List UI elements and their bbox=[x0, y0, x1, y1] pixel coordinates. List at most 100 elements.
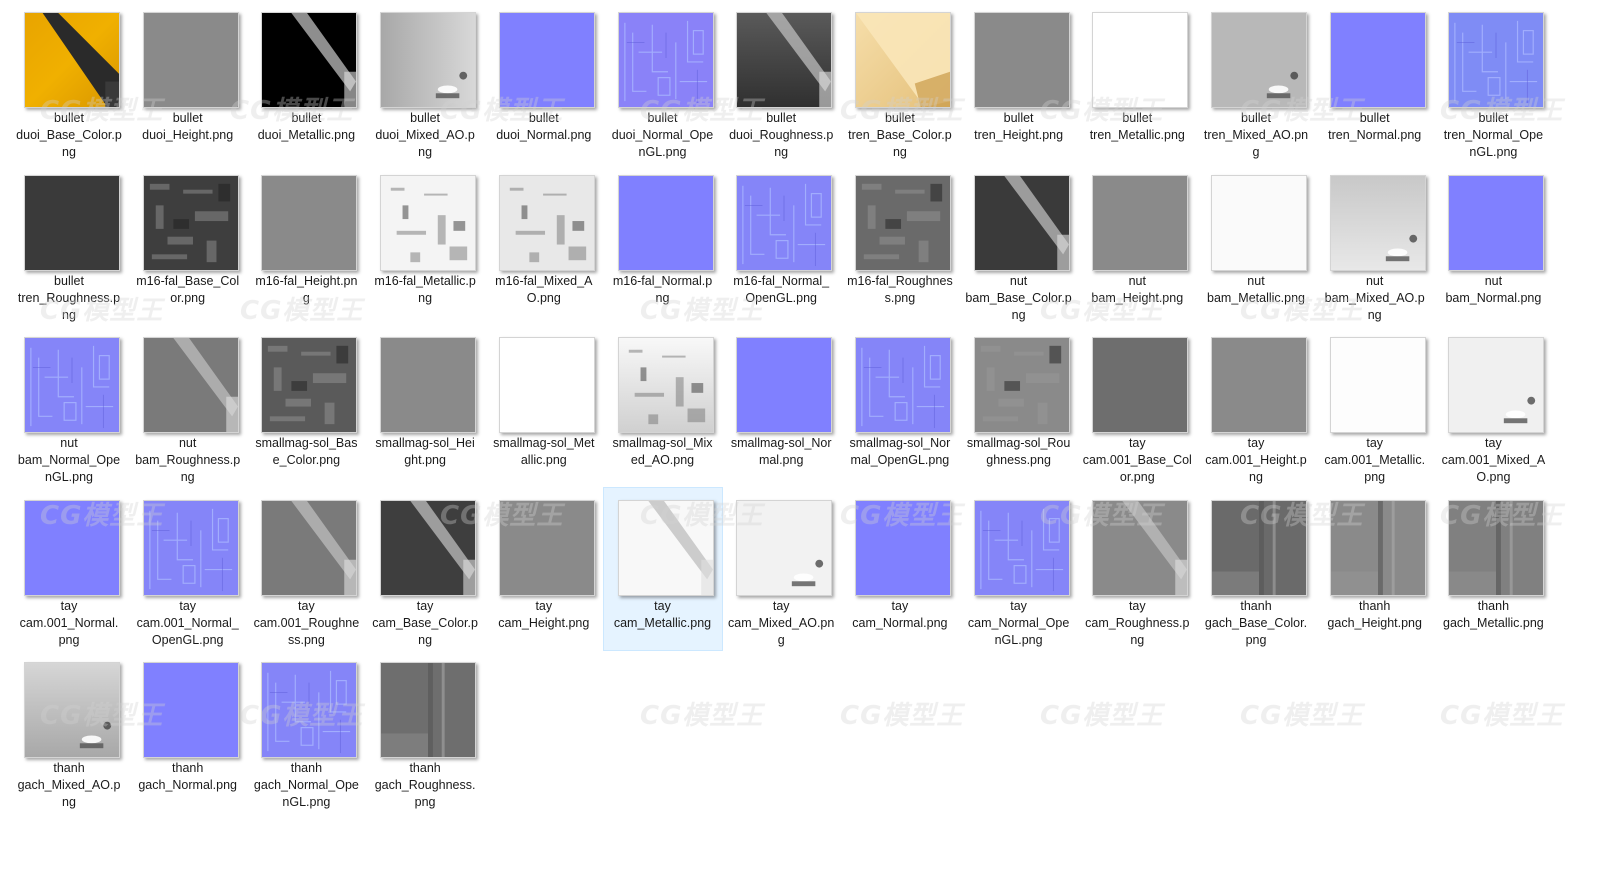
file-thumbnail bbox=[261, 337, 358, 433]
file-item[interactable]: m16-fal_Normal_ OpenGL.png bbox=[722, 163, 840, 325]
file-name-label: nut bam_Normal_Ope nGL.png bbox=[17, 436, 121, 484]
file-name-label: smallmag-sol_Bas e_Color.png bbox=[255, 436, 358, 467]
file-thumbnail bbox=[1448, 337, 1545, 433]
file-item[interactable]: smallmag-sol_Hei ght.png bbox=[366, 325, 484, 487]
file-item[interactable]: bullet duoi_Base_Color.p ng bbox=[10, 0, 128, 162]
file-item[interactable]: tay cam_Base_Color.p ng bbox=[366, 488, 484, 650]
file-item[interactable]: tay cam.001_Base_Col or.png bbox=[1078, 325, 1196, 487]
file-item[interactable]: bullet tren_Roughness.p ng bbox=[10, 163, 128, 325]
file-name-label: tay cam_Normal_Ope nGL.png bbox=[967, 598, 1070, 647]
file-thumbnail bbox=[617, 337, 714, 433]
file-item[interactable]: bullet tren_Normal_Ope nGL.png bbox=[1434, 0, 1552, 162]
file-item[interactable]: tay cam.001_Metallic. png bbox=[1316, 325, 1434, 487]
file-thumbnail bbox=[854, 499, 951, 596]
file-item[interactable]: bullet duoi_Normal.png bbox=[485, 0, 603, 162]
file-item[interactable]: smallmag-sol_Bas e_Color.png bbox=[247, 325, 365, 487]
file-name-label: thanh gach_Height.png bbox=[1327, 598, 1422, 630]
file-thumbnail bbox=[1329, 174, 1426, 271]
file-item[interactable]: thanh gach_Metallic.png bbox=[1434, 488, 1552, 650]
file-thumbnail bbox=[24, 662, 120, 758]
file-thumbnail bbox=[261, 662, 358, 758]
file-thumbnail bbox=[24, 174, 120, 271]
file-name-label: bullet duoi_Metallic.png bbox=[257, 111, 356, 142]
file-item[interactable]: smallmag-sol_Nor mal.png bbox=[722, 325, 840, 487]
file-name-label: m16-fal_Metallic.p ng bbox=[374, 273, 476, 305]
file-thumbnail bbox=[1092, 337, 1189, 433]
file-item[interactable]: tay cam_Normal.png bbox=[841, 488, 959, 650]
file-item[interactable]: tay cam_Height.png bbox=[485, 488, 603, 650]
file-item[interactable]: smallmag-sol_Nor mal_OpenGL.png bbox=[841, 325, 959, 487]
file-item[interactable]: m16-fal_Base_Col or.png bbox=[129, 163, 247, 325]
file-thumbnail bbox=[261, 499, 358, 596]
file-thumbnail bbox=[1329, 337, 1426, 433]
file-item[interactable]: m16-fal_Roughnes s.png bbox=[841, 163, 959, 325]
file-item[interactable]: nut bam_Height.png bbox=[1078, 163, 1196, 325]
thumbnail-file-grid: bullet duoi_Base_Color.p ng bullet duoi_H… bbox=[0, 0, 1612, 884]
file-thumbnail bbox=[617, 174, 714, 271]
file-name-label: tay cam.001_Metallic. png bbox=[1324, 436, 1426, 484]
file-thumbnail bbox=[973, 174, 1070, 271]
file-item[interactable]: bullet duoi_Mixed_AO.p ng bbox=[366, 0, 484, 162]
file-name-label: bullet tren_Base_Color.p ng bbox=[848, 111, 952, 159]
file-item[interactable]: nut bam_Normal.png bbox=[1434, 163, 1552, 325]
file-thumbnail bbox=[736, 12, 833, 108]
file-item[interactable]: thanh gach_Base_Color. png bbox=[1197, 488, 1315, 650]
file-item[interactable]: tay cam_Mixed_AO.pn g bbox=[722, 488, 840, 650]
file-name-label: tay cam_Roughness.p ng bbox=[1085, 598, 1190, 647]
file-thumbnail bbox=[1329, 499, 1426, 596]
file-thumbnail bbox=[736, 174, 833, 271]
file-item[interactable]: tay cam_Normal_Ope nGL.png bbox=[960, 488, 1078, 650]
file-name-label: nut bam_Roughness.p ng bbox=[135, 436, 241, 484]
file-item[interactable]: bullet duoi_Metallic.png bbox=[247, 0, 365, 162]
file-item[interactable]: nut bam_Metallic.png bbox=[1197, 163, 1315, 325]
file-thumbnail bbox=[380, 12, 477, 108]
file-name-label: nut bam_Normal.png bbox=[1445, 273, 1542, 305]
file-item[interactable]: bullet tren_Base_Color.p ng bbox=[841, 0, 959, 162]
file-name-label: smallmag-sol_Hei ght.png bbox=[375, 436, 475, 467]
file-item[interactable]: tay cam_Metallic.png bbox=[602, 486, 723, 651]
file-item[interactable]: smallmag-sol_Mix ed_AO.png bbox=[604, 325, 722, 487]
file-item[interactable]: nut bam_Normal_Ope nGL.png bbox=[10, 325, 128, 487]
file-item[interactable]: bullet duoi_Normal_Ope nGL.png bbox=[604, 0, 722, 162]
file-thumbnail bbox=[142, 12, 239, 108]
file-item[interactable]: thanh gach_Normal_Ope nGL.png bbox=[247, 650, 365, 812]
file-item[interactable]: thanh gach_Height.png bbox=[1316, 488, 1434, 650]
file-item[interactable]: bullet tren_Metallic.png bbox=[1078, 0, 1196, 162]
file-item[interactable]: nut bam_Roughness.p ng bbox=[129, 325, 247, 487]
file-thumbnail bbox=[380, 499, 477, 596]
file-thumbnail bbox=[617, 12, 714, 108]
file-item[interactable]: bullet tren_Height.png bbox=[960, 0, 1078, 162]
file-name-label: tay cam_Mixed_AO.pn g bbox=[728, 598, 835, 647]
file-name-label: nut bam_Base_Color.p ng bbox=[965, 273, 1072, 322]
file-item[interactable]: bullet duoi_Roughness.p ng bbox=[722, 0, 840, 162]
file-item[interactable]: bullet tren_Normal.png bbox=[1316, 0, 1434, 162]
file-item[interactable]: tay cam.001_Height.p ng bbox=[1197, 325, 1315, 487]
file-item[interactable]: nut bam_Base_Color.p ng bbox=[960, 163, 1078, 325]
file-item[interactable]: thanh gach_Mixed_AO.p ng bbox=[10, 650, 128, 812]
file-item[interactable]: thanh gach_Roughness. png bbox=[366, 650, 484, 812]
file-item[interactable]: tay cam_Roughness.p ng bbox=[1078, 488, 1196, 650]
file-item[interactable]: smallmag-sol_Met allic.png bbox=[485, 325, 603, 487]
file-item[interactable]: tay cam.001_Normal_ OpenGL.png bbox=[129, 488, 247, 650]
file-item[interactable]: tay cam.001_Roughne ss.png bbox=[247, 488, 365, 650]
file-item[interactable]: bullet duoi_Height.png bbox=[129, 0, 247, 162]
file-name-label: thanh gach_Mixed_AO.p ng bbox=[17, 761, 121, 809]
file-thumbnail bbox=[854, 337, 951, 433]
file-item[interactable]: m16-fal_Normal.p ng bbox=[604, 163, 722, 325]
file-item[interactable]: tay cam.001_Mixed_A O.png bbox=[1434, 325, 1552, 487]
file-item[interactable]: m16-fal_Height.pn g bbox=[247, 163, 365, 325]
file-item[interactable]: smallmag-sol_Rou ghness.png bbox=[960, 325, 1078, 487]
file-name-label: thanh gach_Normal.png bbox=[138, 761, 238, 792]
file-thumbnail bbox=[1211, 174, 1307, 271]
file-name-label: m16-fal_Normal.p ng bbox=[612, 273, 713, 305]
file-item[interactable]: nut bam_Mixed_AO.p ng bbox=[1316, 163, 1434, 325]
file-item[interactable]: thanh gach_Normal.png bbox=[129, 650, 247, 812]
file-item[interactable]: m16-fal_Metallic.p ng bbox=[366, 163, 484, 325]
file-thumbnail bbox=[854, 12, 951, 108]
file-item[interactable]: bullet tren_Mixed_AO.pn g bbox=[1197, 0, 1315, 162]
file-name-label: tay cam_Metallic.png bbox=[613, 598, 712, 630]
file-thumbnail bbox=[1211, 12, 1307, 108]
file-item[interactable]: m16-fal_Mixed_A O.png bbox=[485, 163, 603, 325]
file-thumbnail bbox=[1092, 174, 1189, 271]
file-item[interactable]: tay cam.001_Normal. png bbox=[10, 488, 128, 650]
